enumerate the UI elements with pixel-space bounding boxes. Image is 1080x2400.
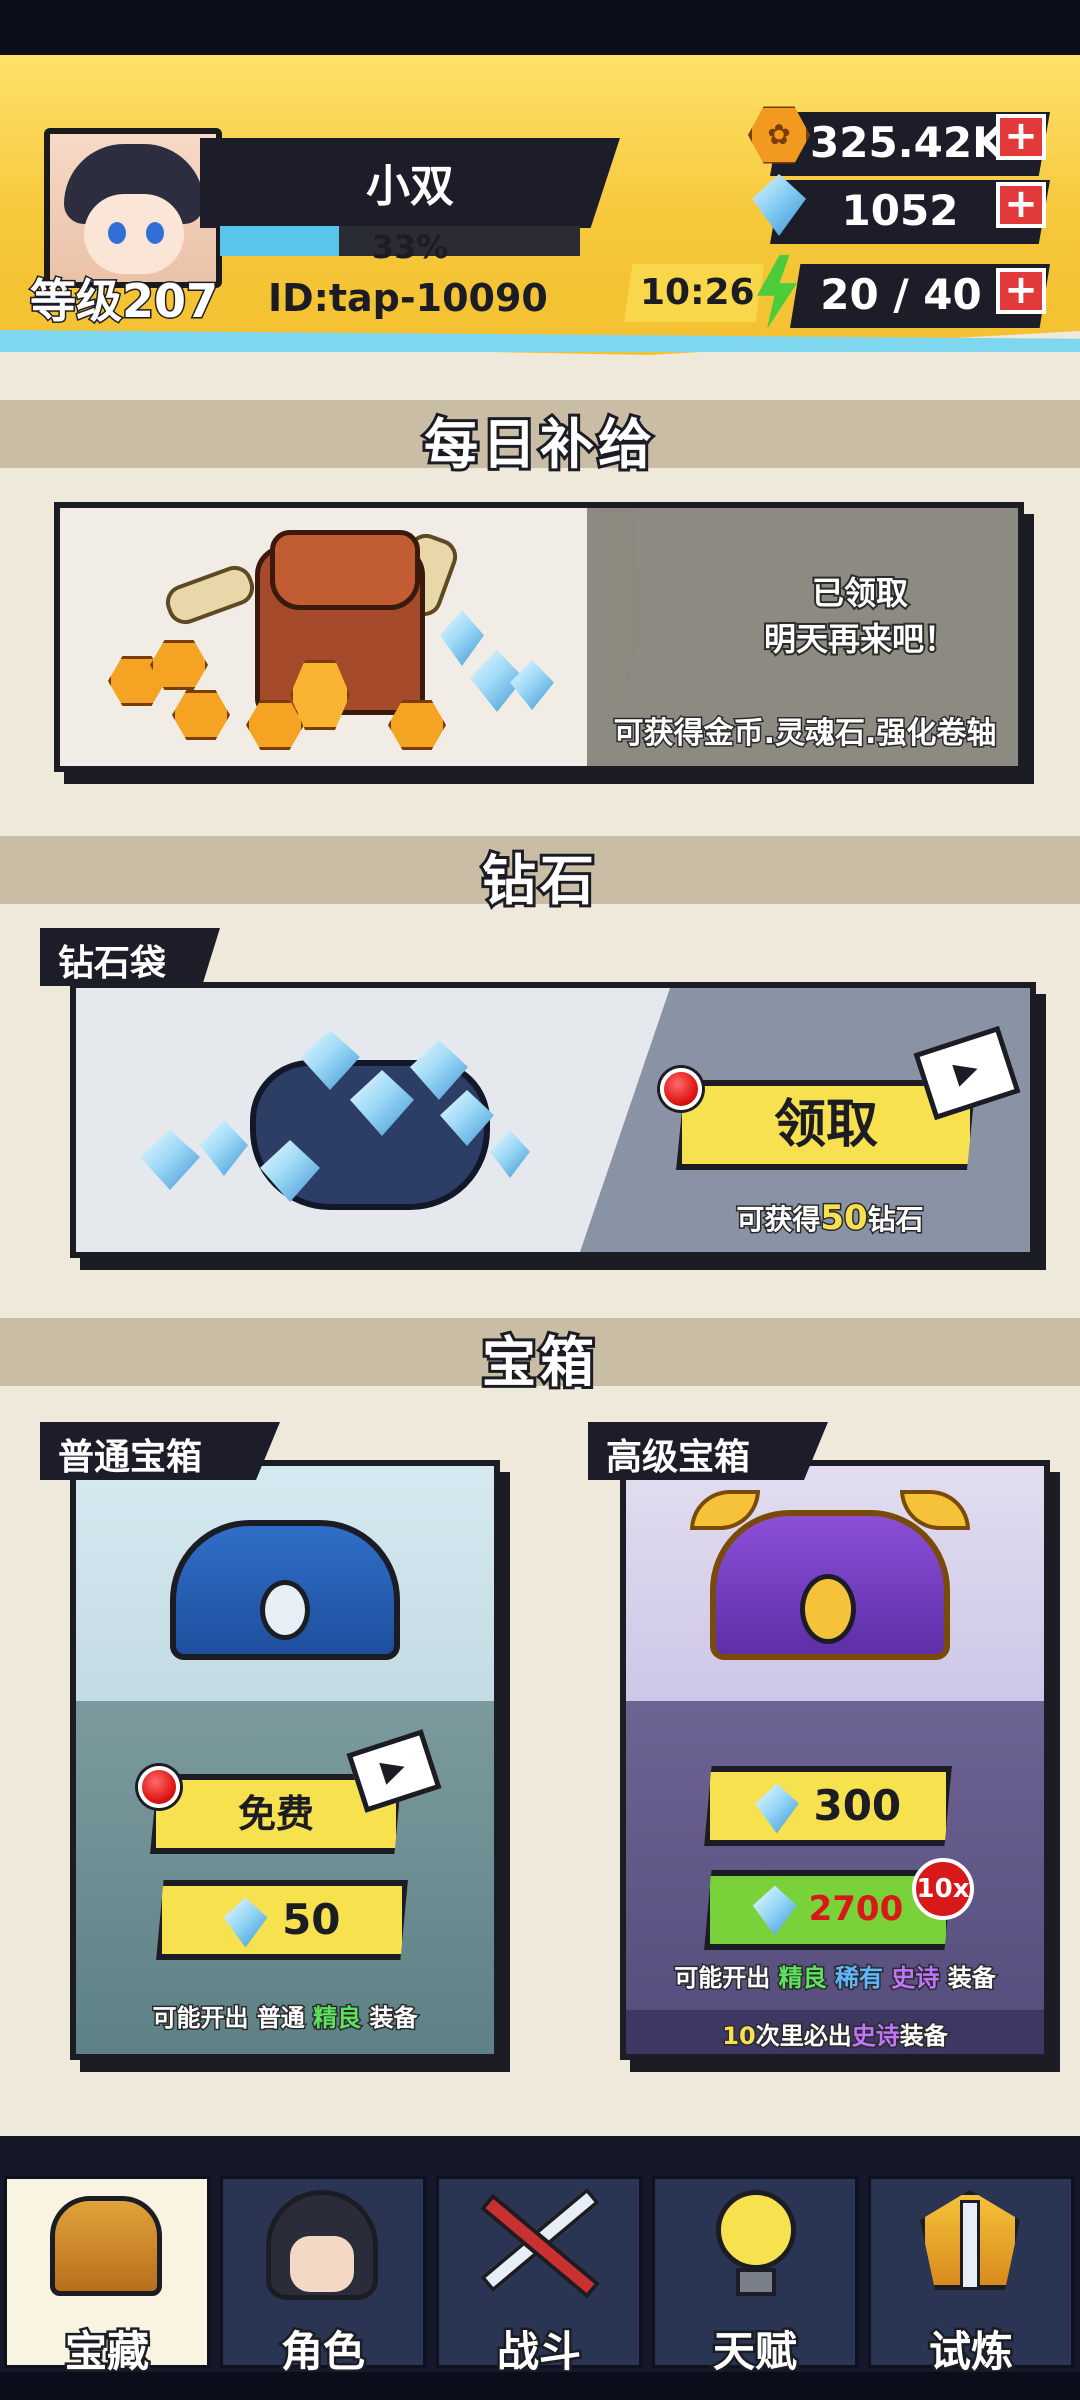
- diamonds-value: 1052: [841, 186, 959, 235]
- premium-chest-drop-note: 可能开出 精良 稀有 史诗 装备: [630, 1958, 1040, 1994]
- keyhole-icon: [260, 1580, 310, 1640]
- status-line-claimed: 已领取: [810, 572, 910, 614]
- note-fine: 精良: [312, 2003, 363, 2034]
- daily-claim-status: 已领取 明天再来吧！: [700, 570, 1020, 662]
- nav-label-treasure: 宝藏: [62, 2325, 151, 2379]
- guarantee-mid: 次里必出: [754, 2021, 853, 2052]
- character-face: [290, 2236, 354, 2292]
- note-prefix: 可能开出: [673, 1963, 772, 1994]
- reward-suffix: 钻石: [866, 1202, 925, 1238]
- diamond-icon: [754, 1783, 799, 1834]
- xp-percent: 33%: [371, 228, 449, 266]
- treasure-chest-icon: [50, 2196, 162, 2296]
- diamond-bag-tag: 钻石袋: [40, 928, 220, 986]
- note-fine: 精良: [777, 1963, 828, 1994]
- add-energy-button[interactable]: +: [996, 268, 1046, 314]
- xp-bar-fill: [220, 226, 339, 256]
- player-level: 等级207: [28, 273, 219, 330]
- nav-label-battle: 战斗: [494, 2325, 583, 2379]
- notification-dot: [660, 1068, 702, 1110]
- add-coins-button[interactable]: +: [996, 114, 1046, 160]
- note-common: 普通: [255, 2003, 306, 2034]
- daily-supply-title: 每日补给: [421, 410, 656, 479]
- diamond-section-title: 钻石: [479, 846, 598, 915]
- lightbulb-icon: [716, 2190, 796, 2270]
- premium-chest-tag: 高级宝箱: [588, 1422, 828, 1480]
- note-suffix: 装备: [946, 1963, 997, 1994]
- gold-lock-icon: [800, 1574, 856, 1644]
- coins-value: 325.42K: [810, 118, 1005, 167]
- premium-ten-cost: 2700: [808, 1889, 904, 1929]
- lightbulb-base: [736, 2268, 776, 2296]
- diamond-reward-text: 可获得50钻石: [710, 1197, 950, 1240]
- open-normal-paid-button[interactable]: 50: [156, 1880, 408, 1960]
- backpack-flap: [270, 530, 420, 610]
- guarantee-suffix: 装备: [898, 2021, 949, 2052]
- diamond-icon: [223, 1897, 268, 1948]
- note-rare: 稀有: [834, 1963, 885, 1994]
- energy-timer: 10:26: [640, 272, 755, 313]
- sword-icon: [960, 2200, 980, 2290]
- chest-section-title: 宝箱: [479, 1328, 598, 1397]
- notification-dot: [138, 1766, 180, 1808]
- normal-chest-tag: 普通宝箱: [40, 1422, 280, 1480]
- premium-single-cost: 300: [813, 1781, 902, 1830]
- diamond-icon: [752, 1885, 797, 1936]
- player-name: 小双: [366, 161, 454, 212]
- normal-chest-drop-note: 可能开出 普通 精良 装备: [90, 1998, 480, 2034]
- note-suffix: 装备: [368, 2003, 419, 2034]
- ten-pull-badge: 10x: [912, 1858, 974, 1920]
- daily-supply-description: 可获得金币.灵魂石.强化卷轴: [612, 715, 998, 753]
- nav-label-trial: 试炼: [926, 2325, 1015, 2379]
- add-diamonds-button[interactable]: +: [996, 182, 1046, 228]
- note-prefix: 可能开出: [151, 2003, 250, 2034]
- open-premium-single-button[interactable]: 300: [704, 1766, 952, 1846]
- note-epic: 史诗: [890, 1963, 941, 1994]
- nav-label-talent: 天赋: [710, 2325, 799, 2379]
- guarantee-epic: 史诗: [850, 2021, 901, 2052]
- reward-prefix: 可获得: [735, 1202, 822, 1238]
- system-nav-area: [0, 2372, 1080, 2400]
- nav-label-character: 角色: [278, 2325, 367, 2379]
- avatar[interactable]: [44, 128, 222, 288]
- guarantee-count: 10: [721, 2021, 757, 2052]
- normal-chest-cost: 50: [282, 1895, 341, 1944]
- status-line-tomorrow: 明天再来吧！: [762, 618, 958, 660]
- reward-amount: 50: [819, 1197, 869, 1240]
- energy-value: 20 / 40: [820, 270, 982, 319]
- premium-guarantee-text: 10次里必出史诗装备: [630, 2016, 1040, 2052]
- player-id: ID:tap-10090: [268, 276, 548, 320]
